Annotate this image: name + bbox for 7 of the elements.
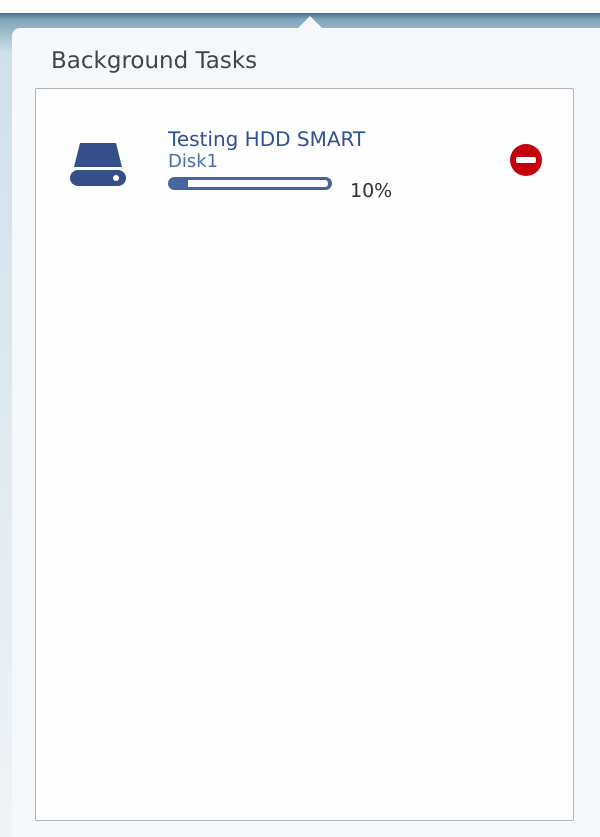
stop-button[interactable] <box>509 143 543 177</box>
stop-icon <box>509 143 543 177</box>
panel-title: Background Tasks <box>50 48 258 74</box>
hard-drive-icon <box>70 141 126 187</box>
task-name: Testing HDD SMART <box>168 127 366 151</box>
progress-percent: 10% <box>350 180 392 202</box>
task-target: Disk1 <box>168 151 220 173</box>
